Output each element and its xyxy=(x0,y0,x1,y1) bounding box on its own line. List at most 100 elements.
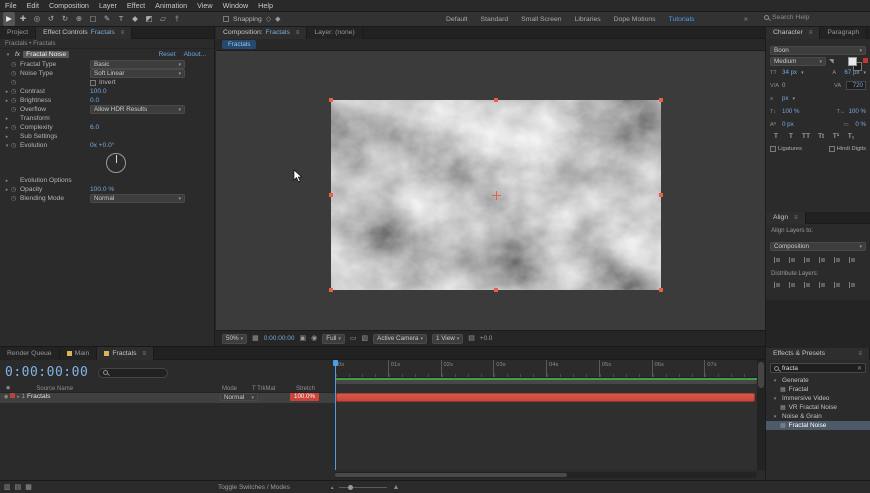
workspace-tab[interactable]: Tutorials xyxy=(669,12,695,27)
effects-search-input[interactable] xyxy=(782,365,852,372)
selection-handle-top-left[interactable] xyxy=(329,98,333,102)
pen-tool-icon[interactable]: ✎ xyxy=(101,12,113,26)
tab-effect-controls[interactable]: Effect Controls Fractals xyxy=(36,27,132,39)
kerning-value[interactable]: 0 xyxy=(782,82,785,89)
panel-menu-icon[interactable] xyxy=(855,348,862,360)
workspace-tab[interactable]: Standard xyxy=(481,12,509,27)
toggle-switches-modes-button[interactable]: Toggle Switches / Modes xyxy=(218,481,290,493)
effects-search-box[interactable]: ✕ xyxy=(770,363,866,373)
twirl-icon[interactable] xyxy=(3,116,11,122)
pixel-aspect-icon[interactable]: ▤ xyxy=(468,335,475,342)
vertical-scale-value[interactable]: 100 % xyxy=(782,108,800,115)
tab-character[interactable]: Character xyxy=(766,27,820,39)
menu-item[interactable]: Animation xyxy=(150,0,192,12)
align-left-icon[interactable] xyxy=(773,256,781,264)
vertical-scrollbar[interactable] xyxy=(757,360,765,470)
workspace-tab[interactable]: Dope Motions xyxy=(614,12,656,27)
zoom-out-icon[interactable]: ▲ xyxy=(330,485,334,490)
noise-type-select[interactable]: Soft Linear xyxy=(90,69,185,78)
menu-item[interactable]: Window xyxy=(218,0,254,12)
text-color-accent-swatch[interactable] xyxy=(863,58,868,63)
align-top-icon[interactable] xyxy=(818,256,826,264)
composition-viewport[interactable] xyxy=(216,51,765,330)
time-ruler[interactable]: 0s01s02s03s04s05s06s07s xyxy=(335,360,757,378)
selection-tool-icon[interactable]: ▶ xyxy=(3,12,15,26)
twirl-icon[interactable] xyxy=(771,378,779,384)
twirl-icon[interactable] xyxy=(17,394,20,400)
overflow-select[interactable]: Allow HDR Results xyxy=(90,105,185,114)
horizontal-scrollbar[interactable] xyxy=(335,472,757,478)
exposure-value[interactable]: +0.0 xyxy=(480,335,492,342)
twirl-icon[interactable] xyxy=(3,143,11,149)
font-style-select[interactable]: Medium xyxy=(770,57,826,66)
twirl-icon[interactable] xyxy=(3,187,11,193)
snapping-checkbox[interactable] xyxy=(223,16,229,22)
show-channel-icon[interactable]: ◉ xyxy=(311,335,317,342)
menu-item[interactable]: Help xyxy=(253,0,278,12)
menu-item[interactable]: View xyxy=(192,0,217,12)
distribute-top-icon[interactable] xyxy=(773,281,781,289)
rotation-tool-icon[interactable]: ↻ xyxy=(59,12,71,26)
evolution-dial[interactable] xyxy=(106,153,126,173)
stopwatch-icon[interactable] xyxy=(11,97,20,104)
evolution-value[interactable]: 0x +0.0° xyxy=(90,142,114,149)
stopwatch-icon[interactable] xyxy=(11,61,20,68)
help-search-box[interactable] xyxy=(764,14,844,21)
anchor-point-crosshair[interactable] xyxy=(492,191,501,200)
menu-item[interactable]: Layer xyxy=(94,0,122,12)
effects-tree-row[interactable]: Fractal Noise xyxy=(766,421,870,430)
brightness-value[interactable]: 0.0 xyxy=(90,97,99,104)
tab-align[interactable]: Align xyxy=(766,212,806,224)
column-trkmat[interactable]: T TrkMat xyxy=(252,386,276,392)
twirl-icon[interactable] xyxy=(3,98,11,104)
group-label[interactable]: Evolution Options xyxy=(20,177,90,184)
invert-checkbox[interactable] xyxy=(90,80,96,86)
puppet-tool-icon[interactable]: † xyxy=(171,12,183,26)
view-layout-select[interactable]: 1 View xyxy=(432,334,463,344)
stopwatch-icon[interactable] xyxy=(11,79,20,86)
pan-behind-tool-icon[interactable]: ⊕ xyxy=(73,12,85,26)
distribute-right-icon[interactable] xyxy=(848,281,856,289)
clone-stamp-tool-icon[interactable]: ◩ xyxy=(143,12,155,26)
camera-select[interactable]: Active Camera xyxy=(373,334,427,344)
blending-mode-select[interactable]: Normal xyxy=(90,194,185,203)
region-of-interest-icon[interactable]: ▭ xyxy=(350,335,357,342)
layer-row[interactable]: ◉ 1 Fractals Normal 100.0% xyxy=(0,393,335,403)
effects-tree-row[interactable]: Immersive Video xyxy=(766,394,870,403)
snap-to-normal-icon[interactable]: ◇ xyxy=(266,16,271,23)
blend-mode-select[interactable]: Normal xyxy=(220,393,258,401)
timeline-search-input[interactable] xyxy=(111,369,161,376)
ligatures-checkbox[interactable] xyxy=(770,146,776,152)
faux-style-button[interactable]: T₁ xyxy=(845,133,857,140)
column-source-name[interactable]: Source Name xyxy=(36,386,73,392)
faux-style-button[interactable]: Tt xyxy=(815,133,827,140)
grid-guides-icon[interactable]: ▦ xyxy=(252,335,259,342)
orbit-camera-tool-icon[interactable]: ↺ xyxy=(45,12,57,26)
opacity-value[interactable]: 100.0 % xyxy=(90,186,114,193)
twirl-icon[interactable] xyxy=(3,125,11,131)
snap-to-features-icon[interactable]: ◆ xyxy=(275,16,280,23)
stopwatch-icon[interactable] xyxy=(11,186,20,193)
twirl-icon[interactable] xyxy=(771,396,779,402)
align-right-icon[interactable] xyxy=(803,256,811,264)
twirl-icon[interactable] xyxy=(3,178,11,184)
selection-handle-top-center[interactable] xyxy=(494,98,498,102)
panel-menu-icon[interactable] xyxy=(140,348,147,360)
toggle-layer-switches-pane-icon[interactable]: ▥ xyxy=(4,484,11,491)
tab-paragraph[interactable]: Paragraph xyxy=(820,27,867,39)
hand-tool-icon[interactable]: ✚ xyxy=(17,12,29,26)
resolution-select[interactable]: Full xyxy=(322,334,345,344)
distribute-vertical-center-icon[interactable] xyxy=(788,281,796,289)
playhead-line[interactable] xyxy=(335,360,336,470)
zoom-tool-icon[interactable]: ◎ xyxy=(31,12,43,26)
twirl-open-icon[interactable] xyxy=(4,52,12,58)
effects-tree-row[interactable]: VR Fractal Noise xyxy=(766,403,870,412)
effect-name[interactable]: Fractal Noise xyxy=(23,51,69,58)
faux-style-button[interactable]: T xyxy=(770,133,782,140)
tsume-value[interactable]: 0 % xyxy=(855,121,866,128)
zoom-slider-thumb[interactable] xyxy=(348,485,353,490)
twirl-icon[interactable] xyxy=(771,414,779,420)
contrast-value[interactable]: 100.0 xyxy=(90,88,107,95)
tab-render-queue[interactable]: Render Queue xyxy=(0,347,60,360)
snapshot-icon[interactable]: ▣ xyxy=(299,335,306,342)
